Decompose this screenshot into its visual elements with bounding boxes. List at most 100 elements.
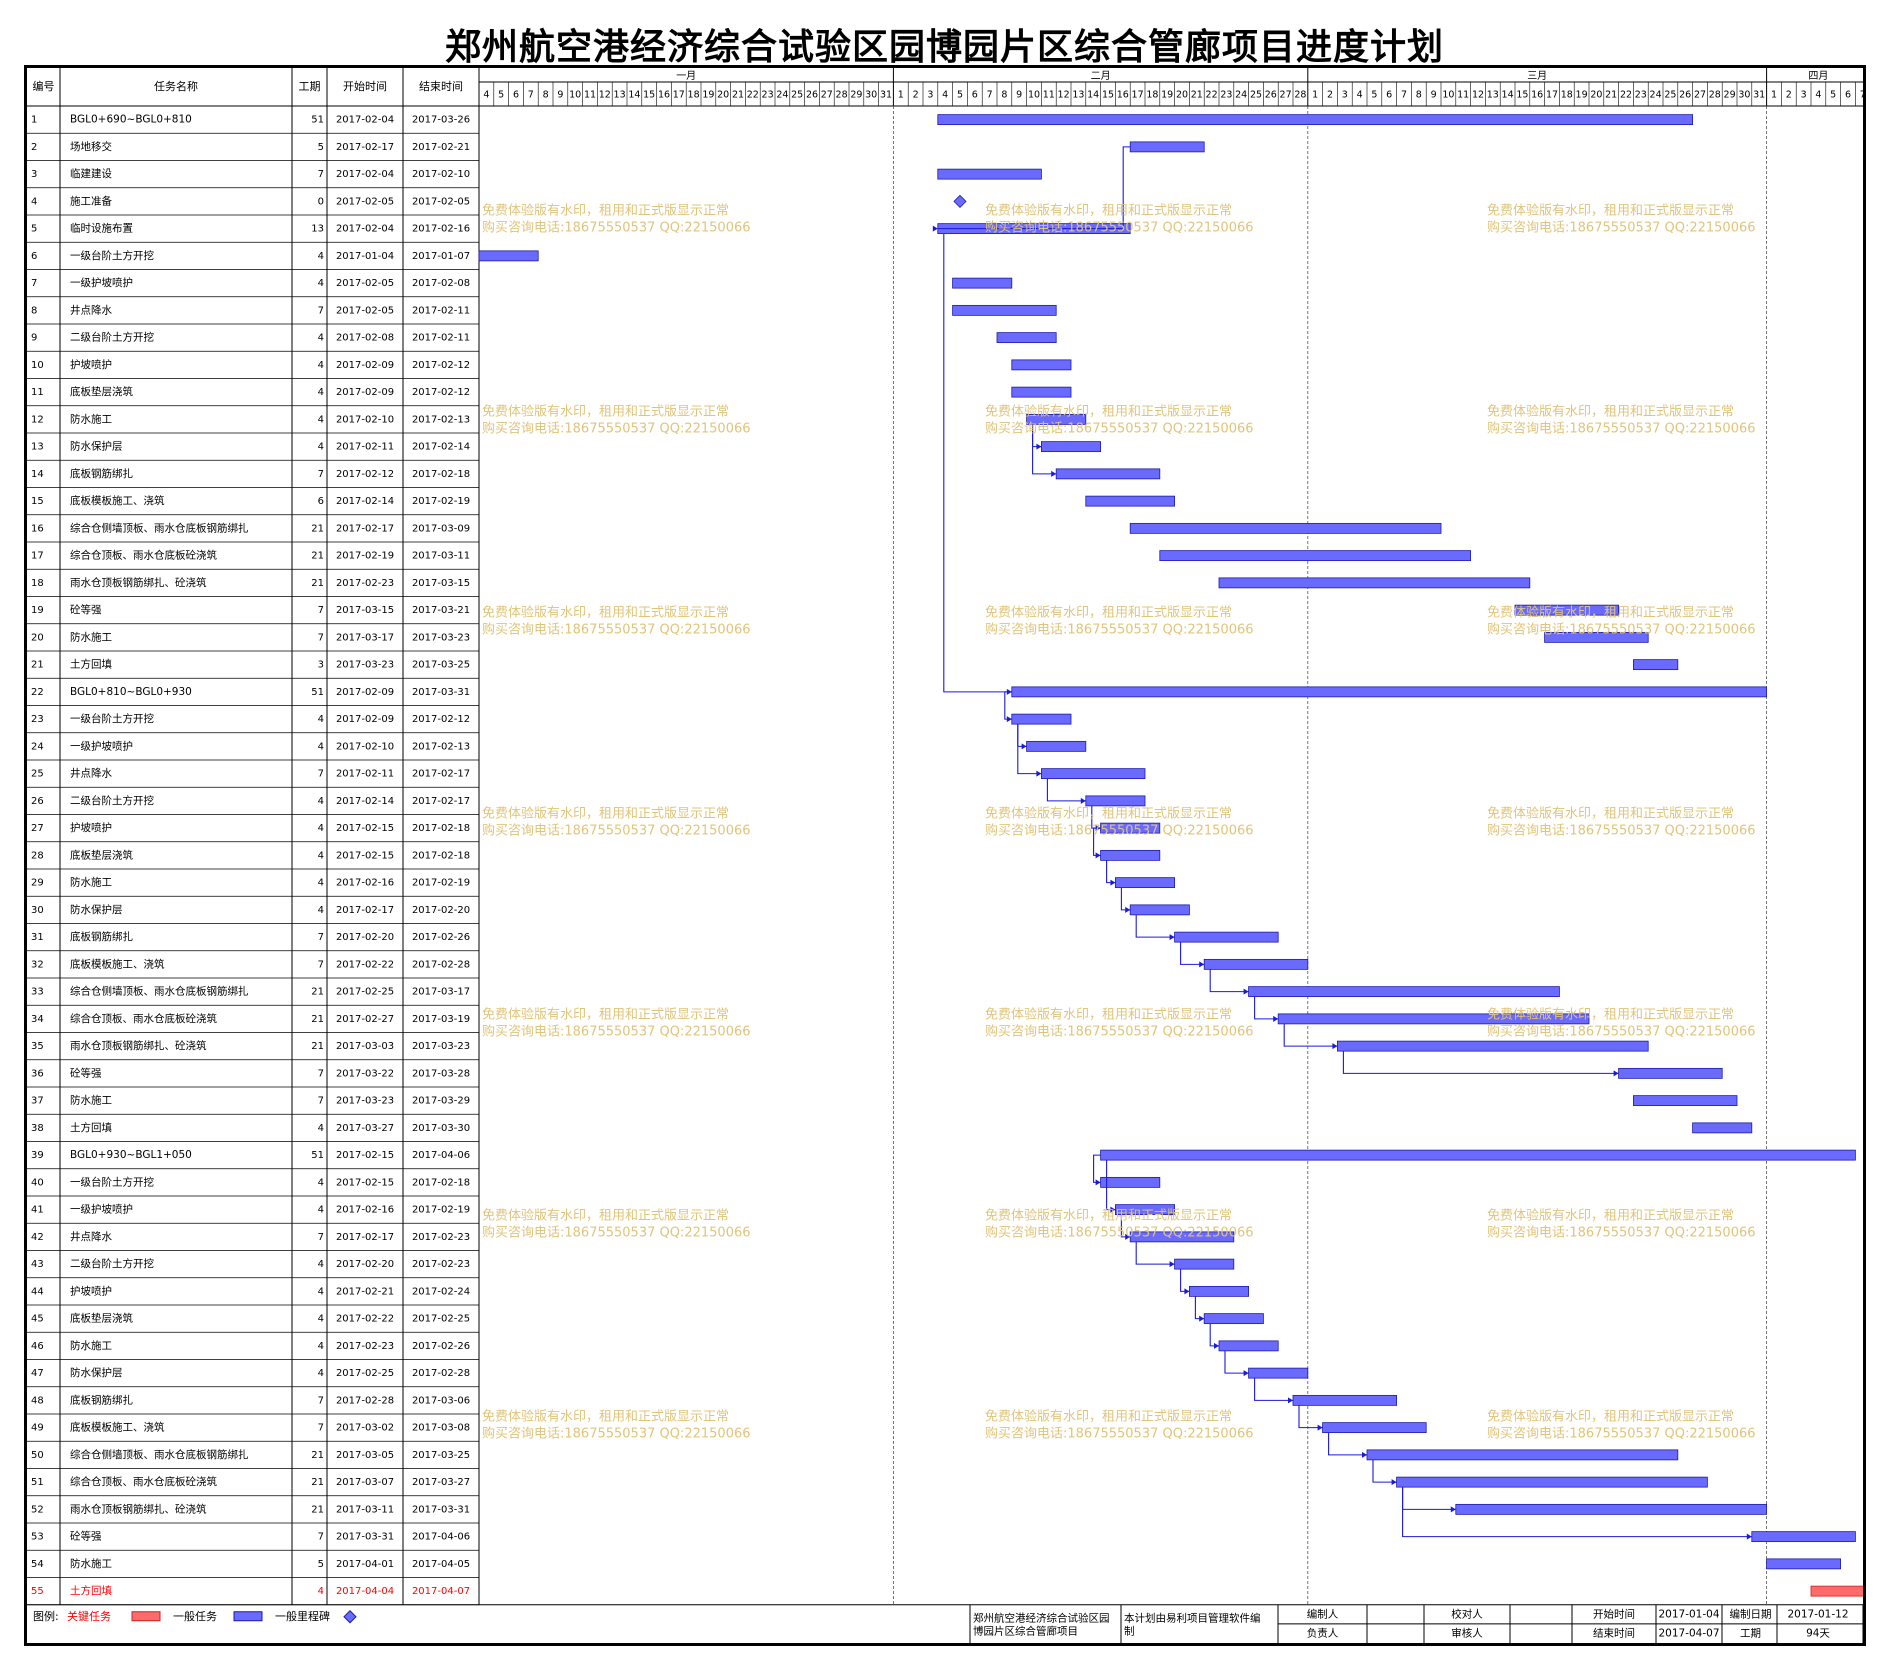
task-bar [1189, 1285, 1250, 1297]
task-name: 井点降水 [70, 303, 112, 316]
legend-critical-swatch [131, 1611, 161, 1622]
column-header: 编号 [33, 79, 55, 93]
task-name: 防水施工 [70, 630, 112, 643]
watermark-text: 免费体验版有水印，租用和正式版显示正常 [1487, 203, 1734, 219]
task-end: 2017-01-07 [412, 251, 470, 262]
day-label: 14 [1087, 90, 1099, 101]
task-end: 2017-02-12 [412, 714, 470, 725]
footer-reviewer-label: 校对人 [1451, 1607, 1483, 1620]
watermark-text: 购买咨询电话:18675550537 QQ:22150066 [482, 220, 751, 236]
dependency-arrow [1332, 1043, 1338, 1050]
legend-normal-swatch [233, 1611, 263, 1622]
task-duration: 6 [318, 496, 324, 507]
task-bar [478, 250, 539, 262]
day-label: 22 [1620, 90, 1632, 101]
watermark-text: 免费体验版有水印，租用和正式版显示正常 [1487, 1007, 1734, 1023]
task-id: 24 [31, 741, 44, 752]
dependency-arrow [1199, 961, 1205, 968]
task-end: 2017-02-26 [412, 1341, 470, 1352]
day-label: 5 [957, 90, 963, 101]
task-id: 41 [31, 1205, 44, 1216]
task-bar [1100, 849, 1161, 861]
dependency-link [1180, 942, 1205, 965]
watermark-text: 购买咨询电话:18675550537 QQ:22150066 [985, 823, 1254, 839]
task-start: 2017-03-02 [336, 1423, 394, 1434]
task-name: 防水保护层 [70, 903, 123, 916]
footer-start: 2017-01-04 [1658, 1608, 1719, 1620]
task-id: 53 [31, 1532, 44, 1543]
task-name: 防水保护层 [70, 1366, 123, 1379]
column-header: 任务名称 [154, 79, 198, 93]
day-label: 31 [880, 90, 892, 101]
task-end: 2017-03-27 [412, 1477, 470, 1488]
task-start: 2017-02-14 [336, 496, 394, 507]
task-id: 20 [31, 632, 44, 643]
task-end: 2017-03-29 [412, 1096, 470, 1107]
day-label: 30 [865, 90, 877, 101]
task-duration: 51 [311, 115, 324, 126]
task-start: 2017-02-28 [336, 1395, 394, 1406]
task-name: BGL0+810~BGL0+930 [70, 686, 192, 698]
task-name: 雨水仓顶板钢筋绑扎、砼浇筑 [70, 1502, 207, 1515]
dependency-link [1342, 1051, 1619, 1074]
task-start: 2017-03-05 [336, 1450, 394, 1461]
dependency-link [1135, 914, 1175, 938]
day-label: 19 [1161, 90, 1173, 101]
day-label: 11 [584, 90, 596, 101]
task-duration: 4 [318, 796, 324, 807]
day-label: 30 [1738, 90, 1750, 101]
task-start: 2017-02-11 [336, 769, 394, 780]
dependency-arrow [1036, 770, 1042, 777]
task-start: 2017-02-17 [336, 523, 394, 534]
day-label: 10 [1442, 90, 1454, 101]
day-label: 28 [836, 90, 848, 101]
task-duration: 7 [318, 632, 324, 643]
task-duration: 5 [318, 1559, 324, 1570]
day-label: 17 [1546, 90, 1558, 101]
task-id: 2 [31, 142, 37, 153]
task-end: 2017-03-28 [412, 1068, 470, 1079]
dependency-arrow [1110, 879, 1116, 886]
day-label: 23 [1220, 90, 1232, 101]
task-start: 2017-02-22 [336, 1314, 394, 1325]
day-label: 8 [1416, 90, 1422, 101]
dependency-arrow [1243, 1370, 1249, 1377]
task-bar [952, 277, 1013, 289]
task-duration: 7 [318, 769, 324, 780]
task-end: 2017-02-13 [412, 414, 470, 425]
watermark-text: 购买咨询电话:18675550537 QQ:22150066 [482, 1024, 751, 1040]
task-duration: 7 [318, 605, 324, 616]
day-label: 21 [1191, 90, 1203, 101]
task-name: 底板垫层浇筑 [70, 848, 133, 861]
task-bar [1055, 468, 1161, 480]
day-label: 21 [732, 90, 744, 101]
task-id: 50 [31, 1450, 44, 1461]
day-label: 1 [898, 90, 904, 101]
watermark-text: 购买咨询电话:18675550537 QQ:22150066 [985, 1024, 1254, 1040]
task-duration: 21 [311, 987, 324, 998]
task-duration: 4 [318, 850, 324, 861]
day-label: 6 [972, 90, 978, 101]
dependency-link [1046, 778, 1086, 802]
task-start: 2017-02-25 [336, 1368, 394, 1379]
task-duration: 4 [318, 1123, 324, 1134]
task-id: 28 [31, 850, 44, 861]
task-id: 43 [31, 1259, 44, 1270]
task-name: 土方回填 [70, 1121, 112, 1134]
dependency-link [1120, 887, 1131, 911]
task-start: 2017-01-04 [336, 251, 394, 262]
day-label: 23 [1635, 90, 1647, 101]
task-duration: 3 [318, 660, 324, 671]
task-duration: 21 [311, 1504, 324, 1515]
day-label: 23 [762, 90, 774, 101]
task-id: 23 [31, 714, 44, 725]
task-bar [1337, 1040, 1649, 1052]
dependency-link [1017, 724, 1027, 747]
task-name: 土方回填 [70, 1584, 112, 1597]
day-label: 13 [1072, 90, 1084, 101]
day-label: 9 [1016, 90, 1022, 101]
watermark-text: 免费体验版有水印，租用和正式版显示正常 [985, 203, 1232, 219]
task-bar [1766, 1558, 1841, 1570]
task-name: 一级台阶土方开挖 [70, 712, 154, 725]
task-id: 32 [31, 959, 44, 970]
